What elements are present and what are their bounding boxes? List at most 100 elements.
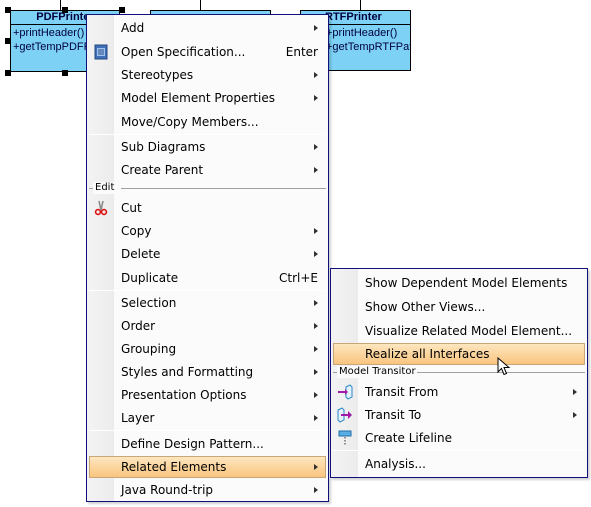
resize-handle[interactable]: [5, 70, 11, 76]
related-elements-submenu: Show Dependent Model Elements Show Other…: [330, 268, 588, 478]
menu-item-label: Show Dependent Model Elements: [365, 276, 568, 290]
menu-item-label: Delete: [121, 247, 161, 261]
menu-item-label: Related Elements: [121, 460, 227, 474]
group-label: Model Transitor: [337, 366, 418, 378]
submenu-arrow-icon: [314, 487, 318, 493]
submenu-arrow-icon: [573, 412, 577, 418]
menu-item-stereotypes[interactable]: Stereotypes: [89, 64, 326, 86]
menu-separator: [89, 430, 326, 431]
menu-item-label: Copy: [121, 224, 152, 238]
menu-item-model-element-properties[interactable]: Model Element Properties: [89, 87, 326, 109]
menu-item-selection[interactable]: Selection: [89, 292, 326, 314]
submenu-arrow-icon: [573, 389, 577, 395]
submenu-arrow-icon: [314, 346, 318, 352]
menu-item-copy[interactable]: Copy: [89, 220, 326, 242]
menu-separator: [89, 134, 326, 135]
resize-handle[interactable]: [5, 38, 11, 44]
menu-group-model-transitor: Model Transitor: [333, 366, 585, 378]
menu-group-edit: Edit: [89, 182, 326, 194]
menu-item-label: Order: [121, 319, 156, 333]
specification-icon: [94, 44, 108, 60]
menu-item-presentation-options[interactable]: Presentation Options: [89, 384, 326, 406]
menu-item-label: Selection: [121, 296, 177, 310]
menu-item-cut[interactable]: Cut: [89, 197, 326, 219]
menu-item-transit-to[interactable]: Transit To: [333, 404, 585, 426]
submenu-arrow-icon: [314, 415, 318, 421]
submenu-arrow-icon: [314, 95, 318, 101]
menu-item-delete[interactable]: Delete: [89, 243, 326, 265]
menu-item-create-lifeline[interactable]: Create Lifeline: [333, 427, 585, 449]
menu-item-label: Transit To: [365, 408, 422, 422]
submenu-arrow-icon: [314, 323, 318, 329]
group-line: [121, 188, 326, 189]
submenu-arrow-icon: [314, 167, 318, 173]
menu-item-label: Add: [121, 21, 145, 35]
transit-to-icon: [337, 407, 352, 423]
menu-item-visualize-related-model-element[interactable]: Visualize Related Model Element...: [333, 320, 585, 342]
submenu-arrow-icon: [314, 25, 318, 31]
menu-item-analysis[interactable]: Analysis...: [333, 453, 585, 475]
menu-separator: [89, 290, 326, 291]
resize-handle[interactable]: [119, 7, 125, 13]
menu-item-label: Styles and Formatting: [121, 365, 254, 379]
menu-item-styles-and-formatting[interactable]: Styles and Formatting: [89, 361, 326, 383]
menu-item-label: Sub Diagrams: [121, 140, 206, 154]
connector-line: [360, 0, 361, 10]
menu-item-label: Java Round-trip: [121, 483, 214, 497]
menu-item-sub-diagrams[interactable]: Sub Diagrams: [89, 136, 326, 158]
menu-item-label: Presentation Options: [121, 388, 247, 402]
class-operation[interactable]: +getTempRTFPath(): [326, 40, 410, 54]
menu-item-label: Create Lifeline: [365, 431, 452, 445]
shortcut-label: Ctrl+E: [279, 271, 318, 285]
menu-item-label: Transit From: [365, 385, 439, 399]
menu-item-label: Model Element Properties: [121, 91, 275, 105]
menu-item-label: Grouping: [121, 342, 177, 356]
scissors-icon: [94, 200, 108, 216]
menu-item-label: Create Parent: [121, 163, 204, 177]
submenu-arrow-icon: [314, 72, 318, 78]
menu-item-grouping[interactable]: Grouping: [89, 338, 326, 360]
menu-item-label: Move/Copy Members...: [121, 115, 259, 129]
submenu-arrow-icon: [314, 144, 318, 150]
submenu-arrow-icon: [314, 251, 318, 257]
resize-handle[interactable]: [5, 7, 11, 13]
menu-item-label: Cut: [121, 201, 142, 215]
submenu-arrow-icon: [314, 228, 318, 234]
menu-item-label: Open Specification...: [121, 45, 246, 59]
menu-item-label: Realize all Interfaces: [365, 347, 490, 361]
submenu-arrow-icon: [314, 464, 318, 470]
mouse-pointer-icon: [497, 357, 511, 376]
menu-item-duplicate[interactable]: Duplicate Ctrl+E: [89, 267, 326, 289]
menu-item-label: Layer: [121, 411, 155, 425]
submenu-arrow-icon: [314, 369, 318, 375]
connector-line: [200, 0, 201, 10]
menu-item-layer[interactable]: Layer: [89, 407, 326, 429]
menu-item-label: Duplicate: [121, 271, 179, 285]
menu-item-add[interactable]: Add: [89, 17, 326, 39]
menu-item-show-dependent-model-elements[interactable]: Show Dependent Model Elements: [333, 272, 585, 294]
menu-item-show-other-views[interactable]: Show Other Views...: [333, 296, 585, 318]
resize-handle[interactable]: [62, 7, 68, 13]
connector-line: [60, 0, 61, 10]
transit-from-icon: [338, 384, 353, 400]
menu-item-move-copy-members[interactable]: Move/Copy Members...: [89, 111, 326, 133]
submenu-arrow-icon: [314, 300, 318, 306]
menu-item-order[interactable]: Order: [89, 315, 326, 337]
submenu-arrow-icon: [314, 392, 318, 398]
menu-item-transit-from[interactable]: Transit From: [333, 381, 585, 403]
shortcut-label: Enter: [285, 45, 318, 59]
menu-item-define-design-pattern[interactable]: Define Design Pattern...: [89, 433, 326, 455]
menu-item-label: Visualize Related Model Element...: [365, 324, 573, 338]
menu-item-open-specification[interactable]: Open Specification... Enter: [89, 41, 326, 63]
menu-separator: [333, 450, 585, 451]
menu-item-java-round-trip[interactable]: Java Round-trip: [89, 479, 326, 501]
menu-item-related-elements[interactable]: Related Elements: [89, 456, 326, 478]
resize-handle[interactable]: [62, 70, 68, 76]
menu-item-label: Define Design Pattern...: [121, 437, 264, 451]
class-operation[interactable]: +printHeader(): [326, 26, 408, 40]
menu-item-create-parent[interactable]: Create Parent: [89, 159, 326, 181]
menu-item-realize-all-interfaces[interactable]: Realize all Interfaces: [333, 343, 585, 365]
menu-item-label: Stereotypes: [121, 68, 194, 82]
lifeline-icon: [338, 430, 352, 446]
context-menu: Add Open Specification... Enter Stereoty…: [86, 14, 329, 502]
